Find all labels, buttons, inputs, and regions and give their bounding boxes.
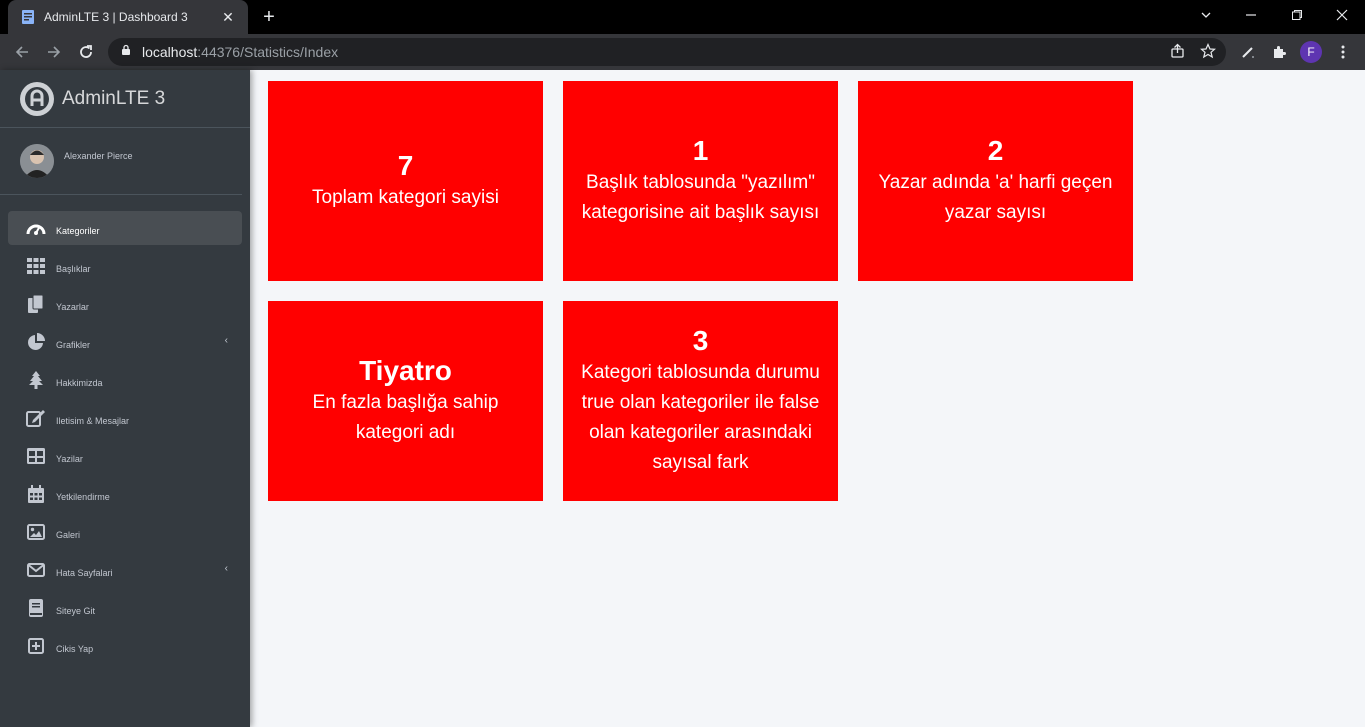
lock-icon <box>120 43 132 61</box>
tab-title: AdminLTE 3 | Dashboard 3 <box>44 10 188 24</box>
sidebar-item-label: Başlıklar <box>56 264 91 274</box>
user-name: Alexander Pierce <box>64 151 133 161</box>
profile-initial: F <box>1300 41 1322 63</box>
stat-label: Kategori tablosunda durumu true olan kat… <box>581 362 820 473</box>
stat-value: 2 <box>987 135 1004 166</box>
sidebar-item-iletisim[interactable]: Iletisim & Mesajlar <box>8 401 242 435</box>
close-tab-icon[interactable]: ✕ <box>220 9 236 26</box>
user-panel[interactable]: Alexander Pierce <box>0 128 242 195</box>
avatar <box>20 144 54 178</box>
edit-icon <box>26 408 46 428</box>
book-icon <box>26 598 46 618</box>
sidebar-item-label: Siteye Git <box>56 606 96 616</box>
chevron-left-icon: ‹ <box>224 335 228 346</box>
sidebar-item-label: Yazarlar <box>56 302 89 312</box>
stat-card: 7 Toplam kategori sayisi <box>268 81 543 281</box>
stat-value: Tiyatro <box>359 355 452 386</box>
plus-square-icon <box>26 636 46 656</box>
close-window-icon[interactable] <box>1319 0 1365 30</box>
sidebar-item-label: Yetkilendirme <box>56 492 110 502</box>
image-icon <box>26 522 46 542</box>
th-grid-icon <box>26 256 46 276</box>
chart-pie-icon <box>26 332 46 352</box>
tachometer-icon <box>26 218 46 238</box>
sidebar-item-label: Cikis Yap <box>56 644 94 654</box>
sidebar-item-label: Yazilar <box>56 454 83 464</box>
sidebar-item-label: Hata Sayfalari <box>56 568 113 578</box>
sidebar-item-basliklar[interactable]: Başlıklar <box>8 249 242 283</box>
sidebar-item-yazilar[interactable]: Yazilar <box>8 439 242 473</box>
sidebar-item-hakkimizda[interactable]: Hakkimizda <box>8 363 242 397</box>
stat-label: Başlık tablosunda "yazılım" kategorisine… <box>581 172 820 223</box>
sidebar-item-cikis-yap[interactable]: Cikis Yap <box>8 629 242 663</box>
reload-icon[interactable] <box>74 40 98 64</box>
stat-label: Toplam kategori sayisi <box>312 187 499 208</box>
adminlte-logo-icon <box>20 81 54 116</box>
stat-value: 3 <box>692 325 709 356</box>
chevron-left-icon: ‹ <box>224 563 228 574</box>
extensions-puzzle-icon[interactable] <box>1267 40 1291 64</box>
sidebar-item-siteye-git[interactable]: Siteye Git <box>8 591 242 625</box>
stat-value: 1 <box>692 135 709 166</box>
address-bar[interactable]: localhost:44376/Statistics/Index <box>108 38 1226 66</box>
stat-card: Tiyatro En fazla başlığa sahip kategori … <box>268 301 543 501</box>
browser-tab[interactable]: AdminLTE 3 | Dashboard 3 ✕ <box>8 0 248 34</box>
profile-avatar[interactable]: F <box>1299 40 1323 64</box>
brand-text: AdminLTE 3 <box>62 87 166 109</box>
page-favicon-icon <box>20 9 36 25</box>
sidebar-item-grafikler[interactable]: Grafikler ‹ <box>8 325 242 359</box>
sidebar-item-kategoriler[interactable]: Kategoriler <box>8 211 242 245</box>
sidebar-item-label: Galeri <box>56 530 81 540</box>
back-icon[interactable] <box>10 40 34 64</box>
tab-search-icon[interactable] <box>1183 0 1229 30</box>
brand-link[interactable]: AdminLTE 3 <box>0 70 250 128</box>
new-tab-icon[interactable]: + <box>258 6 280 28</box>
tree-icon <box>26 370 46 390</box>
forward-icon[interactable] <box>42 40 66 64</box>
sidebar-item-yazarlar[interactable]: Yazarlar <box>8 287 242 321</box>
sidebar-item-galeri[interactable]: Galeri <box>8 515 242 549</box>
sidebar-item-yetkilendirme[interactable]: Yetkilendirme <box>8 477 242 511</box>
minimize-icon[interactable] <box>1228 0 1274 30</box>
stat-value: 7 <box>397 150 414 181</box>
calendar-icon <box>26 484 46 504</box>
sidebar-item-label: Iletisim & Mesajlar <box>56 416 130 426</box>
stat-card: 2 Yazar adında 'a' harfi geçen yazar say… <box>858 81 1133 281</box>
bookmark-star-icon[interactable] <box>1199 43 1217 64</box>
pen-extension-icon[interactable] <box>1236 40 1260 64</box>
stat-label: En fazla başlığa sahip kategori adı <box>312 392 499 443</box>
stat-label: Yazar adında 'a' harfi geçen yazar sayıs… <box>878 172 1113 223</box>
main-content: 7 Toplam kategori sayisi 1 Başlık tablos… <box>250 70 1365 727</box>
envelope-icon <box>26 560 46 580</box>
table-icon <box>26 446 46 466</box>
sidebar-item-label: Hakkimizda <box>56 378 103 388</box>
copy-icon <box>26 294 46 314</box>
sidebar: AdminLTE 3 Alexander Pierce Kategoriler … <box>0 70 250 727</box>
share-icon[interactable] <box>1170 43 1186 64</box>
sidebar-item-label: Kategoriler <box>56 226 100 236</box>
browser-menu-icon[interactable] <box>1331 40 1355 64</box>
sidebar-item-label: Grafikler <box>56 340 91 350</box>
sidebar-item-hata-sayfalari[interactable]: Hata Sayfalari ‹ <box>8 553 242 587</box>
sidebar-menu: Kategoriler Başlıklar Yazarlar Grafikler… <box>0 195 250 663</box>
stat-card: 1 Başlık tablosunda "yazılım" kategorisi… <box>563 81 838 281</box>
restore-icon[interactable] <box>1274 0 1320 30</box>
url-text: localhost:44376/Statistics/Index <box>142 44 339 60</box>
stat-card: 3 Kategori tablosunda durumu true olan k… <box>563 301 838 501</box>
browser-toolbar: localhost:44376/Statistics/Index F <box>0 34 1365 70</box>
browser-tabbar: AdminLTE 3 | Dashboard 3 ✕ + <box>0 0 1365 34</box>
